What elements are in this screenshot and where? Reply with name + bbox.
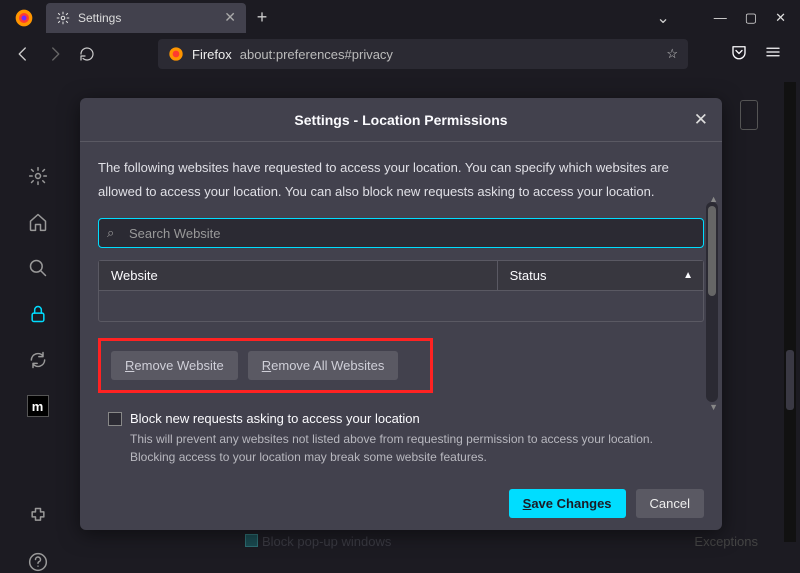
- dialog-scrollbar[interactable]: [706, 202, 718, 402]
- remove-website-button[interactable]: Remove Website: [111, 351, 238, 380]
- close-window-button[interactable]: ✕: [775, 10, 786, 26]
- window-titlebar: Settings ✕ + ⌄ — ▢ ✕: [0, 0, 800, 35]
- page-scrollbar[interactable]: [784, 82, 796, 542]
- help-icon[interactable]: [27, 551, 49, 573]
- firefox-logo-icon: [0, 8, 38, 28]
- reload-button[interactable]: [76, 46, 98, 62]
- lock-icon[interactable]: [27, 303, 49, 325]
- new-tab-button[interactable]: +: [246, 7, 278, 28]
- bg-checkbox: [245, 534, 258, 547]
- close-dialog-button[interactable]: ✕: [694, 110, 708, 130]
- block-new-requests-row: Block new requests asking to access your…: [108, 411, 704, 426]
- gear-icon: [56, 11, 70, 25]
- tab-list-chevron-icon[interactable]: ⌄: [656, 8, 669, 28]
- settings-nav-rail: m: [0, 75, 75, 573]
- app-menu-icon[interactable]: [764, 43, 782, 66]
- bookmark-star-icon[interactable]: ☆: [666, 46, 678, 62]
- page-scrollbar-thumb[interactable]: [786, 350, 794, 410]
- dialog-intro-text: The following websites have requested to…: [98, 156, 704, 204]
- tab-label: Settings: [78, 11, 121, 25]
- col-website[interactable]: Website: [99, 261, 498, 290]
- search-website-input[interactable]: [98, 218, 704, 248]
- highlight-box: Remove Website Remove All Websites: [98, 338, 433, 393]
- col-status[interactable]: Status ▲: [498, 268, 703, 283]
- permissions-table: Website Status ▲: [98, 260, 704, 322]
- close-tab-icon[interactable]: ✕: [224, 9, 236, 26]
- bg-exceptions-label: Exceptions: [694, 534, 758, 549]
- dialog-header: Settings - Location Permissions ✕: [80, 98, 722, 142]
- pocket-icon[interactable]: [730, 43, 748, 66]
- dialog-title: Settings - Location Permissions: [294, 112, 507, 128]
- forward-button[interactable]: [44, 45, 66, 63]
- block-new-requests-checkbox[interactable]: [108, 412, 122, 426]
- remove-all-websites-button[interactable]: Remove All Websites: [248, 351, 399, 380]
- browser-tab[interactable]: Settings ✕: [46, 3, 246, 33]
- url-text: about:preferences#privacy: [240, 47, 393, 62]
- maximize-button[interactable]: ▢: [745, 10, 757, 26]
- address-bar[interactable]: Firefox about:preferences#privacy ☆: [158, 39, 688, 69]
- search-website-field: ⌕: [98, 218, 704, 248]
- scroll-down-icon[interactable]: ▼: [709, 402, 718, 412]
- location-permissions-dialog: Settings - Location Permissions ✕ ▲ ▼ Th…: [80, 98, 722, 530]
- search-icon[interactable]: [27, 257, 49, 279]
- sync-icon[interactable]: [27, 349, 49, 371]
- table-header: Website Status ▲: [99, 261, 703, 291]
- gear-icon[interactable]: [27, 165, 49, 187]
- bg-obscured-button: [740, 100, 758, 130]
- sort-arrow-icon: ▲: [683, 270, 693, 281]
- back-button[interactable]: [12, 45, 34, 63]
- block-new-requests-label: Block new requests asking to access your…: [130, 411, 420, 426]
- cancel-button[interactable]: Cancel: [636, 489, 704, 518]
- extensions-icon[interactable]: [27, 505, 49, 527]
- minimize-button[interactable]: —: [714, 10, 727, 26]
- save-changes-button[interactable]: Save Changes: [509, 489, 626, 518]
- identity-label: Firefox: [192, 47, 232, 62]
- search-icon: ⌕: [107, 225, 114, 241]
- home-icon[interactable]: [27, 211, 49, 233]
- bg-popup-label: Block pop-up windows: [262, 534, 391, 549]
- more-from-mozilla-icon[interactable]: m: [27, 395, 49, 417]
- block-helper-text: This will prevent any websites not liste…: [130, 430, 690, 466]
- toolbar: Firefox about:preferences#privacy ☆: [0, 35, 800, 73]
- firefox-icon: [168, 46, 184, 62]
- dialog-footer: Save Changes Cancel: [509, 489, 704, 518]
